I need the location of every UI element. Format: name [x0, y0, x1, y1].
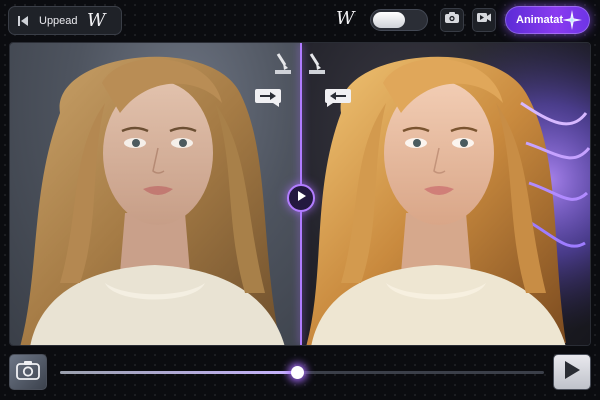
brand-logo-icon: W [87, 10, 106, 31]
arrow-left-icon[interactable] [325, 89, 351, 112]
brush-stroke-icon[interactable] [307, 53, 327, 80]
animate-button[interactable]: Animatat [505, 6, 590, 34]
toggle-knob[interactable] [373, 12, 405, 28]
play-icon [563, 360, 581, 385]
animate-label: Animatat [516, 14, 564, 26]
sparkle-icon [562, 10, 582, 35]
before-image-pane [10, 43, 301, 345]
top-toolbar: Uppead W W Animatat [0, 0, 600, 40]
upload-button-group[interactable]: Uppead W [8, 6, 122, 35]
image-compare-canvas[interactable] [9, 42, 591, 346]
view-toggle-switch[interactable] [370, 9, 428, 31]
play-button[interactable] [553, 354, 591, 390]
brush-stroke-icon[interactable] [273, 53, 293, 80]
arrow-right-icon[interactable] [255, 89, 281, 112]
compare-handle[interactable] [287, 184, 315, 212]
timeline-progress-fill [60, 371, 298, 374]
brand-logo-secondary-icon: W [336, 8, 355, 29]
camera-button[interactable] [440, 8, 464, 32]
frame-thumbnail-button[interactable] [9, 354, 47, 390]
play-icon [295, 189, 307, 207]
video-button[interactable] [472, 8, 496, 32]
camera-icon [16, 360, 40, 385]
timeline-track[interactable] [60, 366, 544, 379]
after-image-pane [301, 43, 590, 345]
upload-label[interactable]: Uppead [39, 15, 87, 27]
video-icon [476, 11, 492, 29]
camera-icon [444, 11, 460, 29]
timeline-scrubber-handle[interactable] [291, 366, 305, 379]
back-arrow-icon[interactable] [9, 7, 37, 34]
